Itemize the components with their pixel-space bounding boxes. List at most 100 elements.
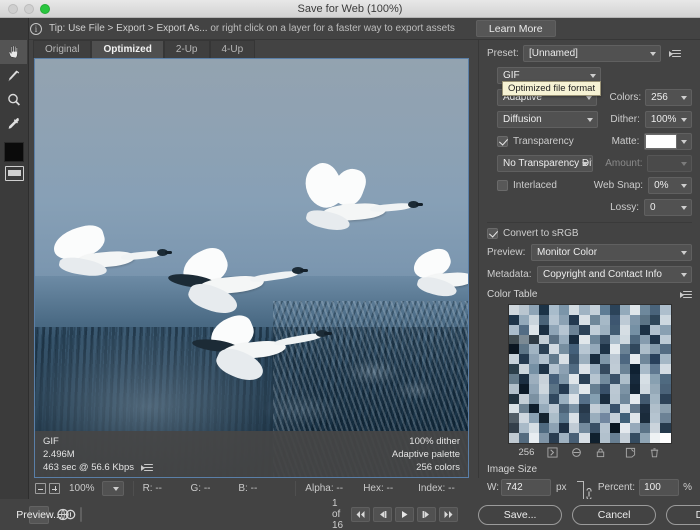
color-swatch[interactable]	[559, 423, 570, 434]
color-swatch[interactable]	[569, 334, 580, 345]
transparency-checkbox[interactable]: Transparency	[497, 136, 610, 147]
color-swatch[interactable]	[569, 354, 580, 365]
color-swatch[interactable]	[559, 393, 570, 404]
web-snap-dropdown[interactable]: 0%	[648, 177, 692, 194]
color-swatch[interactable]	[508, 305, 519, 315]
color-swatch[interactable]	[650, 423, 661, 434]
settings-panel-menu-icon[interactable]	[669, 49, 681, 59]
color-swatch[interactable]	[518, 334, 529, 345]
interlaced-checkbox[interactable]: Interlaced	[497, 180, 594, 191]
color-swatch[interactable]	[569, 403, 580, 414]
color-swatch[interactable]	[640, 334, 651, 345]
color-swatch[interactable]	[538, 393, 549, 404]
color-swatch[interactable]	[559, 383, 570, 394]
color-swatch[interactable]	[528, 314, 539, 325]
color-swatch[interactable]	[559, 344, 570, 355]
color-swatch[interactable]	[549, 305, 560, 315]
color-swatch[interactable]	[559, 305, 570, 315]
color-swatch[interactable]	[579, 373, 590, 384]
color-swatch[interactable]	[569, 433, 580, 443]
color-swatch[interactable]	[569, 373, 580, 384]
zoom-level-dropdown[interactable]	[101, 481, 124, 496]
color-swatch[interactable]	[630, 373, 641, 384]
color-swatch[interactable]	[569, 344, 580, 355]
color-swatch[interactable]	[538, 324, 549, 335]
color-swatch[interactable]	[538, 334, 549, 345]
color-swatch[interactable]	[660, 433, 671, 443]
colors-dropdown[interactable]: 256	[645, 89, 692, 106]
color-swatch[interactable]	[619, 305, 630, 315]
color-swatch[interactable]	[518, 354, 529, 365]
color-swatch[interactable]	[660, 334, 671, 345]
color-swatch[interactable]	[579, 413, 590, 424]
color-swatch[interactable]	[650, 324, 661, 335]
tab-original[interactable]: Original	[33, 40, 92, 58]
color-swatch[interactable]	[508, 433, 519, 443]
color-swatch[interactable]	[630, 413, 641, 424]
color-swatch[interactable]	[559, 373, 570, 384]
color-swatch[interactable]	[569, 364, 580, 374]
color-swatch[interactable]	[630, 305, 641, 315]
color-swatch[interactable]	[518, 344, 529, 355]
color-swatch[interactable]	[609, 423, 620, 434]
color-swatch[interactable]	[569, 393, 580, 404]
color-swatch[interactable]	[609, 433, 620, 443]
convert-srgb-checkbox[interactable]: Convert to sRGB	[487, 228, 579, 239]
web-shift-icon[interactable]	[547, 447, 558, 458]
color-swatch[interactable]	[640, 354, 651, 365]
color-swatch[interactable]	[579, 364, 590, 374]
learn-more-button[interactable]: Learn More	[475, 20, 556, 37]
color-swatch[interactable]	[650, 383, 661, 394]
color-table-grid[interactable]	[507, 304, 672, 444]
tab-2up[interactable]: 2-Up	[163, 40, 210, 58]
color-swatch[interactable]	[538, 344, 549, 355]
color-swatch[interactable]	[640, 324, 651, 335]
color-swatch[interactable]	[518, 413, 529, 424]
color-swatch[interactable]	[549, 423, 560, 434]
color-swatch[interactable]	[508, 393, 519, 404]
color-swatch[interactable]	[589, 334, 600, 345]
color-swatch[interactable]	[589, 314, 600, 325]
dither-algorithm-dropdown[interactable]: Diffusion	[497, 111, 599, 128]
color-swatch[interactable]	[538, 373, 549, 384]
color-swatch[interactable]	[559, 334, 570, 345]
color-swatch[interactable]	[599, 364, 610, 374]
color-swatch[interactable]	[660, 423, 671, 434]
color-swatch[interactable]	[528, 393, 539, 404]
color-swatch[interactable]	[599, 413, 610, 424]
metadata-dropdown[interactable]: Copyright and Contact Info	[537, 266, 692, 283]
color-swatch[interactable]	[609, 324, 620, 335]
color-swatch[interactable]	[528, 433, 539, 443]
color-swatch[interactable]	[579, 403, 590, 414]
color-swatch[interactable]	[579, 324, 590, 335]
color-swatch[interactable]	[518, 373, 529, 384]
color-swatch[interactable]	[640, 364, 651, 374]
color-swatch[interactable]	[538, 403, 549, 414]
tab-optimized[interactable]: Optimized	[91, 40, 164, 58]
color-swatch[interactable]	[538, 413, 549, 424]
color-swatch[interactable]	[599, 423, 610, 434]
color-swatch[interactable]	[518, 423, 529, 434]
new-color-icon[interactable]	[625, 447, 636, 458]
save-button[interactable]: Save...	[478, 504, 563, 525]
color-swatch[interactable]	[660, 413, 671, 424]
color-swatch[interactable]	[660, 314, 671, 325]
color-swatch[interactable]	[640, 433, 651, 443]
matte-color-swatch[interactable]	[645, 134, 677, 149]
color-swatch[interactable]	[528, 324, 539, 335]
color-swatch[interactable]	[599, 373, 610, 384]
color-swatch[interactable]	[508, 314, 519, 325]
color-swatch[interactable]	[630, 383, 641, 394]
browser-preview-dropdown[interactable]	[80, 507, 82, 522]
color-swatch[interactable]	[609, 393, 620, 404]
color-swatch[interactable]	[599, 344, 610, 355]
trash-icon[interactable]	[649, 447, 660, 458]
color-swatch[interactable]	[650, 393, 661, 404]
color-swatch[interactable]	[619, 364, 630, 374]
color-swatch[interactable]	[518, 403, 529, 414]
color-swatch[interactable]	[640, 393, 651, 404]
previous-frame-button[interactable]	[373, 507, 393, 522]
color-swatch[interactable]	[559, 364, 570, 374]
tab-4up[interactable]: 4-Up	[209, 40, 256, 58]
color-swatch[interactable]	[630, 344, 641, 355]
